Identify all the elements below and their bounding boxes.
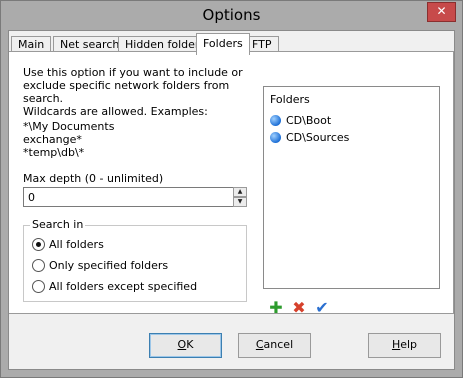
radio-button[interactable] xyxy=(32,259,45,272)
options-dialog: Options ✕ Main Net search Hidden folders… xyxy=(0,0,463,378)
close-icon: ✕ xyxy=(436,4,447,18)
max-depth-input[interactable]: 0 xyxy=(23,187,247,207)
ok-button[interactable]: OK xyxy=(149,333,222,358)
cancel-mnemonic: C xyxy=(255,338,264,351)
description-text: Use this option if you want to include o… xyxy=(23,66,253,118)
examples-list: *\My Documents exchange* *temp\db\* xyxy=(23,120,114,159)
spin-up-button[interactable]: ▲ xyxy=(233,187,247,197)
help-button[interactable]: Help xyxy=(368,333,441,358)
example-line: exchange* xyxy=(23,133,82,146)
max-depth-label: Max depth (0 - unlimited) xyxy=(23,172,164,185)
folders-tab-panel: Use this option if you want to include o… xyxy=(9,51,454,316)
max-depth-spinner: ▲ ▼ xyxy=(233,187,247,207)
folder-bullet-icon xyxy=(270,132,281,143)
help-label-rest: elp xyxy=(400,338,418,351)
search-in-legend: Search in xyxy=(30,218,86,231)
max-depth-value: 0 xyxy=(28,191,35,204)
dialog-title: Options xyxy=(202,6,261,24)
title-bar: Options ✕ xyxy=(1,1,462,30)
radio-label: All folders xyxy=(49,238,104,251)
description-line: Wildcards are allowed. Examples: xyxy=(23,105,208,118)
radio-label: Only specified folders xyxy=(49,259,169,272)
ok-mnemonic: O xyxy=(177,338,187,351)
dialog-client-area: Main Net search Hidden folders Folders F… xyxy=(8,30,455,370)
folders-list[interactable]: Folders CD\Boot CD\Sources xyxy=(263,86,440,289)
tab-folders[interactable]: Folders xyxy=(196,33,250,55)
example-line: *\My Documents xyxy=(23,120,115,133)
remove-icon[interactable]: ✖ xyxy=(291,300,307,316)
folder-label: CD\Boot xyxy=(286,114,332,127)
spin-down-button[interactable]: ▼ xyxy=(233,197,247,207)
ok-label-rest: K xyxy=(186,338,194,351)
cancel-label-rest: ancel xyxy=(263,338,294,351)
radio-button[interactable] xyxy=(32,238,45,251)
close-button[interactable]: ✕ xyxy=(427,2,456,22)
description-line: exclude specific network folders from se… xyxy=(23,79,230,105)
checkmark-icon[interactable]: ✔ xyxy=(314,300,330,316)
add-icon[interactable]: ✚ xyxy=(268,300,284,316)
radio-button[interactable] xyxy=(32,280,45,293)
description-line: Use this option if you want to include o… xyxy=(23,66,243,79)
folders-list-header: Folders xyxy=(270,93,310,106)
radio-label: All folders except specified xyxy=(49,280,198,293)
example-line: *temp\db\* xyxy=(23,146,85,159)
cancel-button[interactable]: Cancel xyxy=(238,333,311,358)
help-mnemonic: H xyxy=(391,338,401,351)
folder-label: CD\Sources xyxy=(286,131,350,144)
folder-bullet-icon xyxy=(270,115,281,126)
search-in-group: Search in All folders Only specified fol… xyxy=(23,218,247,302)
